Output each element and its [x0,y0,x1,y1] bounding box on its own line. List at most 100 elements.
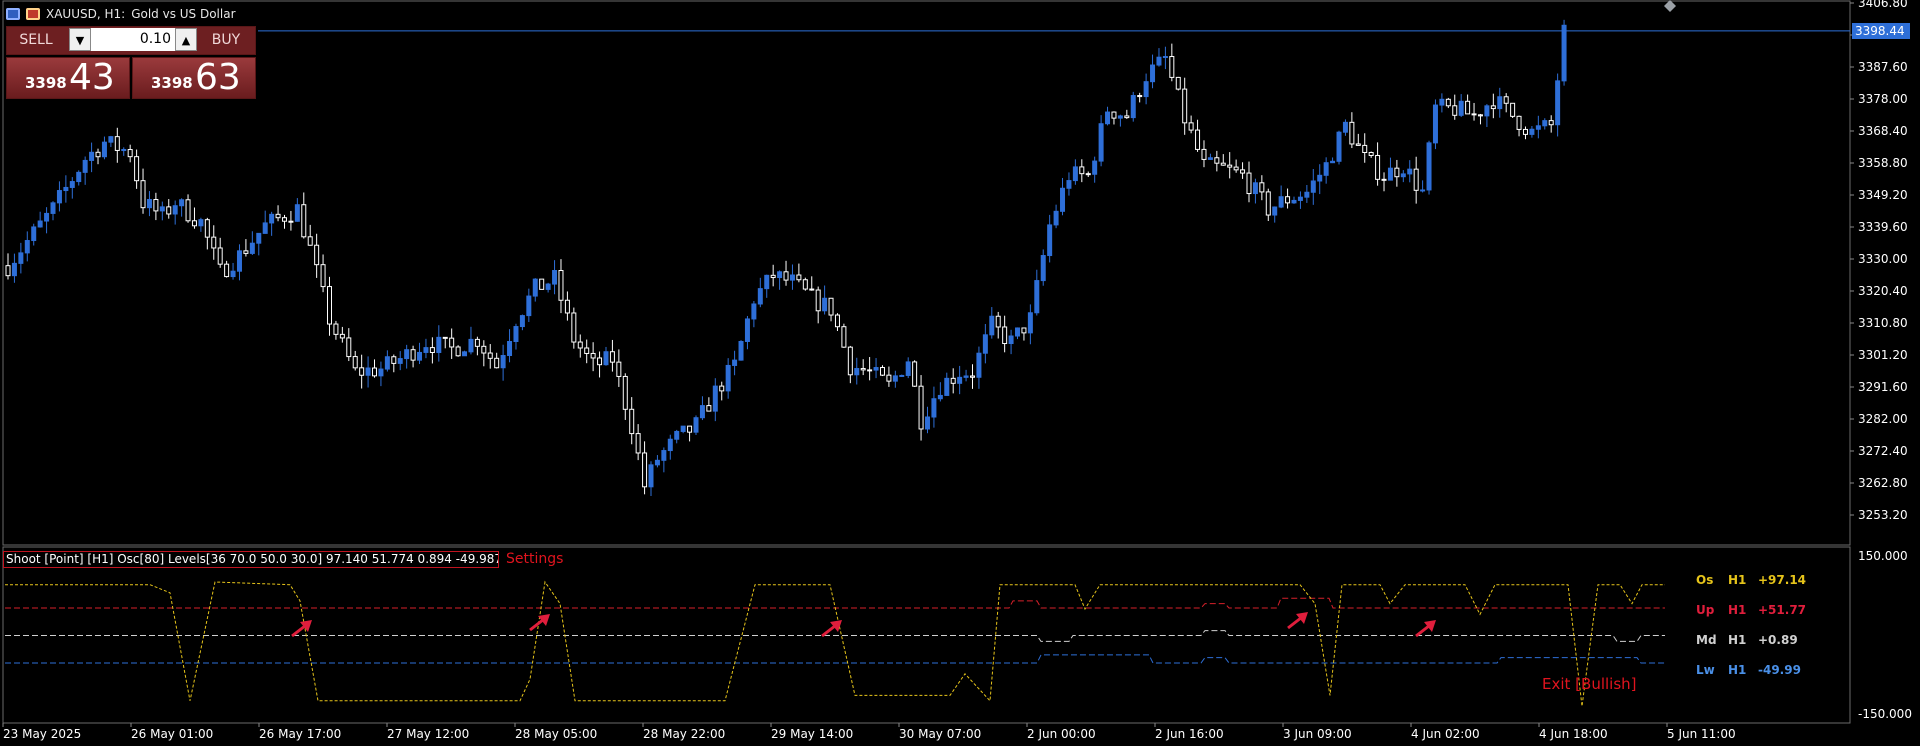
time-tick-label: 4 Jun 02:00 [1411,727,1480,741]
candle-body [899,374,905,377]
candle-body [1323,162,1329,176]
candle-body [751,303,757,320]
sell-button[interactable]: SELL [7,27,65,54]
time-tick-label: 29 May 14:00 [771,727,854,741]
time-tick-label: 2 Jun 16:00 [1155,727,1224,741]
candle-body [1497,96,1503,110]
candle-body [1355,143,1361,146]
candle-body [1066,180,1072,189]
candle-body [867,369,873,372]
candle-body [1098,123,1104,162]
candle-body [957,376,963,384]
legend-name: Os [1696,573,1714,587]
legend-row: Up H1 +51.77 [1696,603,1806,617]
candle-body [18,252,24,264]
candle-body [31,226,37,242]
candle-body [719,385,725,392]
chart-canvas[interactable] [0,0,1920,746]
candle-body [1362,144,1368,153]
candle-body [307,236,313,246]
candle-body [127,149,133,158]
candle-body [204,219,210,238]
candle-body [1413,168,1419,191]
candle-body [1516,115,1522,130]
candle-body [236,250,242,272]
candle-body [1465,100,1471,115]
price-tick-label: 3358.80 [1858,156,1908,170]
exit-signal-label: Exit [Bullish] [1542,675,1637,693]
candle-body [89,151,95,161]
current-price-label: 3398.44 [1852,22,1910,39]
candle-body [1259,182,1265,193]
main-chart-frame [2,0,1851,546]
osc-axis-bottom: -150.000 [1858,707,1912,721]
candle-body [1452,105,1458,116]
candle-body [481,345,487,354]
indicator-header[interactable]: Shoot [Point] [H1] Osc[80] Levels[36 70.… [3,551,499,568]
volume-input[interactable]: 0.10 [93,28,173,51]
candle-body [667,438,673,452]
candle-body [783,271,789,281]
candle-body [1375,154,1381,180]
candle-body [1143,81,1149,98]
legend-tf: H1 [1728,603,1747,617]
time-tick-label: 30 May 07:00 [899,727,982,741]
candle-body [500,355,506,369]
candle-body [744,318,750,342]
candle-body [224,263,230,278]
time-tick-label: 26 May 17:00 [259,727,342,741]
triangle-up-icon[interactable]: ▲ [175,28,197,51]
candle-body [822,297,828,312]
price-tick-label: 3320.40 [1858,284,1908,298]
sell-quote-button[interactable]: 3398 43 [6,57,130,99]
candle-body [629,408,635,435]
candle-body [1368,151,1374,156]
candle-body [603,351,609,366]
candle-body [436,336,442,353]
candle-body [294,204,300,222]
sell-price-prefix: 3398 [25,74,67,92]
candle-body [1220,162,1226,166]
candle-body [1085,173,1091,176]
buy-quote-button[interactable]: 3398 63 [132,57,256,99]
chart-icon[interactable] [26,8,40,20]
candle-body [1445,98,1451,107]
candle-body [802,279,808,290]
candle-body [931,398,937,418]
candle-body [513,326,519,343]
price-tick-label: 3330.00 [1858,252,1908,266]
candle-body [1047,224,1053,257]
candle-body [275,213,281,219]
menu-icon[interactable] [6,8,20,20]
trade-panel-top: SELL ▼ 0.10 ▲ BUY [6,26,256,55]
candle-body [1195,129,1201,150]
candle-body [1156,56,1162,66]
triangle-down-icon[interactable]: ▼ [69,28,91,51]
candle-body [757,288,763,305]
candle-body [114,136,120,151]
candle-body [37,220,43,228]
candle-body [1240,169,1246,174]
candle-body [372,367,378,377]
candle-body [1439,98,1445,106]
candle-body [1542,120,1548,127]
buy-button[interactable]: BUY [197,27,255,54]
indicator-settings-link[interactable]: Settings [506,551,563,567]
candle-body [1015,327,1021,337]
candle-body [1529,128,1535,135]
candle-body [635,433,641,454]
lw-level-line [5,654,1665,664]
candle-body [198,219,204,227]
candle-body [1342,121,1348,133]
candle-body [873,367,879,371]
legend-name: Md [1696,633,1717,647]
candle-body [1304,191,1310,198]
candle-body [545,283,551,290]
candle-body [359,367,365,376]
candle-body [474,338,480,347]
candle-body [950,377,956,384]
candle-body [1522,128,1528,135]
time-tick-label: 28 May 05:00 [515,727,598,741]
candle-body [1503,96,1509,104]
candle-body [507,341,513,357]
